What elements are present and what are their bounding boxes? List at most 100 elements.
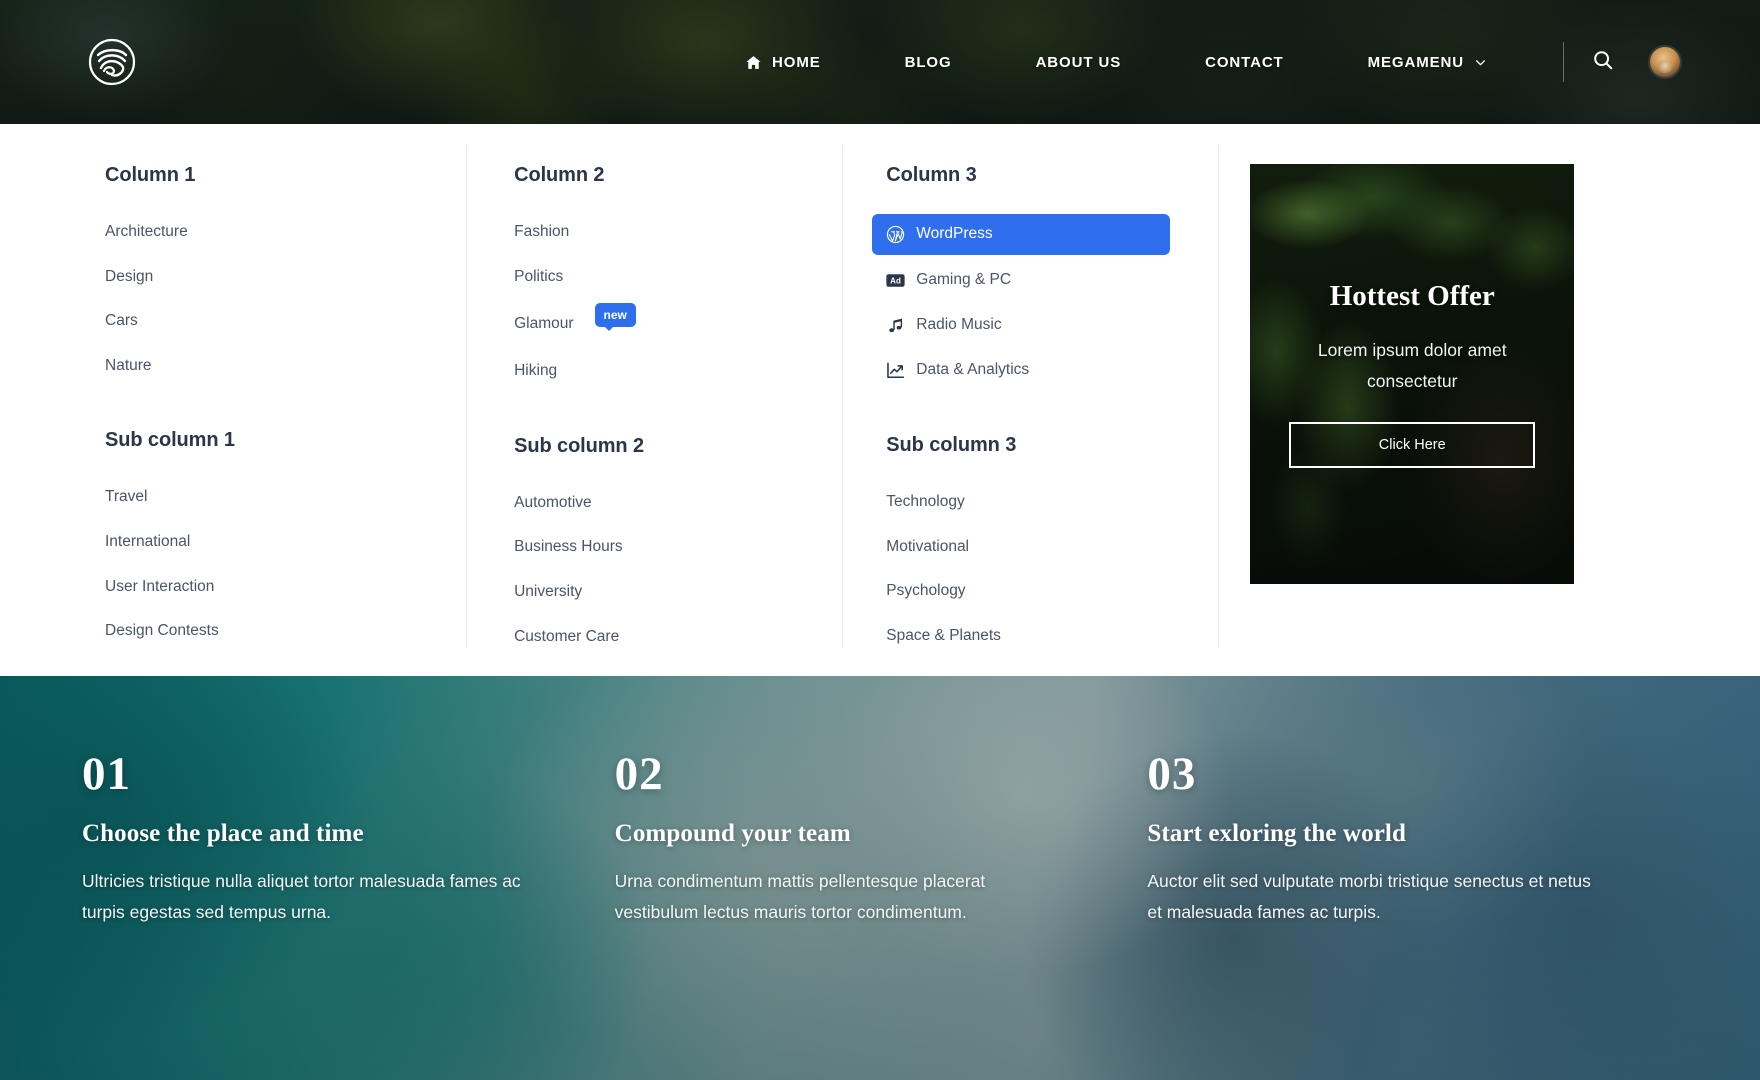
nav-label: BLOG xyxy=(904,53,952,71)
promo-title: Hottest Offer xyxy=(1329,280,1495,313)
menu-link-label: Cars xyxy=(105,312,138,330)
nav-label: MEGAMENU xyxy=(1367,53,1464,71)
user-avatar[interactable] xyxy=(1650,47,1680,77)
menu-link-label: Business Hours xyxy=(514,538,623,556)
nav-label: ABOUT US xyxy=(1035,53,1122,71)
menu-link-label: Space & Planets xyxy=(886,626,1001,644)
nav-item-megamenu[interactable]: MEGAMENU xyxy=(1368,42,1487,83)
nav-label: CONTACT xyxy=(1205,53,1284,71)
menu-link-data-analytics[interactable]: Data & Analytics xyxy=(872,352,1172,389)
music-note-icon xyxy=(886,316,905,335)
menu-link-fashion[interactable]: Fashion xyxy=(514,214,796,251)
feature-number: 02 xyxy=(614,748,664,800)
menu-link-glamour[interactable]: Glamour new xyxy=(514,303,796,345)
megamenu-grid: Column 1 Architecture Design Cars Nature… xyxy=(0,146,1760,676)
menu-link-label: Travel xyxy=(105,488,148,506)
menu-link-user-interaction[interactable]: User Interaction xyxy=(105,569,420,606)
menu-link-motivational[interactable]: Motivational xyxy=(886,529,1172,566)
promo-subtitle: Lorem ipsum dolor amet consectetur xyxy=(1317,340,1507,391)
nav-item-blog[interactable]: BLOG xyxy=(905,42,952,83)
feature-body: Ultricies tristique nulla aliquet tortor… xyxy=(82,871,521,922)
primary-navigation: HOME BLOG ABOUT US CONTACT MEGAMENU xyxy=(745,42,1680,83)
promo-card: Hottest Offer Lorem ipsum dolor amet con… xyxy=(1250,164,1575,584)
site-logo[interactable] xyxy=(88,38,136,86)
features-content: 01 Choose the place and time Ultricies t… xyxy=(0,676,1760,927)
sub-column-title: Sub column 2 xyxy=(514,434,645,457)
menu-link-international[interactable]: International xyxy=(105,524,420,561)
menu-link-automotive[interactable]: Automotive xyxy=(514,485,796,522)
menu-link-architecture[interactable]: Architecture xyxy=(105,214,420,251)
nav-item-contact[interactable]: CONTACT xyxy=(1205,42,1284,83)
menu-link-label: University xyxy=(514,582,583,600)
wordpress-icon xyxy=(886,225,905,244)
menu-link-travel[interactable]: Travel xyxy=(105,479,420,516)
ad-badge-icon: Ad xyxy=(886,271,905,290)
menu-link-psychology[interactable]: Psychology xyxy=(886,573,1172,610)
menu-link-university[interactable]: University xyxy=(514,574,796,611)
promo-cta-button[interactable]: Click Here xyxy=(1289,421,1536,468)
feature-body: Urna condimentum mattis pellentesque pla… xyxy=(614,871,986,922)
line-chart-icon xyxy=(886,361,905,380)
menu-link-cars[interactable]: Cars xyxy=(105,303,420,340)
menu-link-business-hours[interactable]: Business Hours xyxy=(514,529,796,566)
menu-link-label: Fashion xyxy=(514,223,570,240)
menu-link-radio-music[interactable]: Radio Music xyxy=(872,307,1172,344)
megamenu-column-promo: Hottest Offer Lorem ipsum dolor amet con… xyxy=(1218,146,1680,676)
menu-link-label: Technology xyxy=(886,493,965,510)
megamenu-column-2: Column 2 Fashion Politics Glamour new Hi… xyxy=(466,146,842,676)
feature-number: 01 xyxy=(82,748,131,800)
feature-item-01: 01 Choose the place and time Ultricies t… xyxy=(82,751,615,927)
nav-item-home[interactable]: HOME xyxy=(745,42,821,83)
search-button[interactable] xyxy=(1586,45,1620,79)
menu-link-label: WordPress xyxy=(916,225,993,243)
menu-link-label: Automotive xyxy=(514,493,592,511)
menu-link-wordpress[interactable]: WordPress xyxy=(872,214,1171,255)
menu-link-label: Nature xyxy=(105,356,152,374)
features-section: 01 Choose the place and time Ultricies t… xyxy=(0,676,1760,1080)
menu-link-design[interactable]: Design xyxy=(105,259,420,296)
menu-link-label: International xyxy=(105,532,191,550)
menu-link-label: Gaming & PC xyxy=(916,271,1012,289)
column-title: Column 1 xyxy=(105,164,196,186)
menu-link-label: Radio Music xyxy=(916,316,1002,334)
menu-link-label: Customer Care xyxy=(514,627,620,645)
menu-link-gaming-pc[interactable]: Ad Gaming & PC xyxy=(872,262,1172,299)
nav-item-about-us[interactable]: ABOUT US xyxy=(1036,42,1122,83)
feature-heading: Start exloring the world xyxy=(1147,820,1406,847)
menu-link-label: Psychology xyxy=(886,582,966,600)
site-header: HOME BLOG ABOUT US CONTACT MEGAMENU xyxy=(0,0,1760,124)
status-badge-new: new xyxy=(594,303,636,332)
feature-number: 03 xyxy=(1147,748,1197,800)
feature-heading: Choose the place and time xyxy=(82,820,364,847)
nav-label: HOME xyxy=(772,53,821,71)
column-title: Column 3 xyxy=(886,164,977,186)
menu-link-label: Design Contests xyxy=(105,622,219,640)
menu-link-design-contests[interactable]: Design Contests xyxy=(105,613,420,650)
search-icon xyxy=(1592,49,1614,76)
column-title: Column 2 xyxy=(514,164,605,186)
header-content: HOME BLOG ABOUT US CONTACT MEGAMENU xyxy=(0,0,1760,124)
wave-circle-logo-icon xyxy=(88,38,136,86)
menu-link-space-planets[interactable]: Space & Planets xyxy=(886,618,1172,655)
menu-link-nature[interactable]: Nature xyxy=(105,348,420,385)
svg-text:Ad: Ad xyxy=(890,276,901,285)
menu-link-technology[interactable]: Technology xyxy=(886,484,1172,521)
chevron-down-icon xyxy=(1474,56,1487,69)
feature-item-03: 03 Start exloring the world Auctor elit … xyxy=(1147,751,1680,927)
feature-body: Auctor elit sed vulputate morbi tristiqu… xyxy=(1147,871,1591,922)
menu-link-label: User Interaction xyxy=(105,577,215,595)
menu-link-label: Design xyxy=(105,267,154,285)
menu-link-label: Architecture xyxy=(105,223,188,240)
menu-link-politics[interactable]: Politics xyxy=(514,259,796,296)
menu-link-label: Glamour xyxy=(514,314,574,332)
home-icon xyxy=(745,54,762,71)
menu-link-customer-care[interactable]: Customer Care xyxy=(514,619,796,656)
nav-divider xyxy=(1563,42,1564,82)
megamenu-column-3: Column 3 WordPress Ad Gaming & PC Radio … xyxy=(842,146,1218,676)
feature-item-02: 02 Compound your team Urna condimentum m… xyxy=(615,751,1148,927)
sub-column-title: Sub column 3 xyxy=(886,434,1017,456)
menu-link-label: Hiking xyxy=(514,362,558,380)
megamenu-column-1: Column 1 Architecture Design Cars Nature… xyxy=(0,164,466,676)
sub-column-title: Sub column 1 xyxy=(105,429,235,452)
menu-link-hiking[interactable]: Hiking xyxy=(514,353,796,390)
